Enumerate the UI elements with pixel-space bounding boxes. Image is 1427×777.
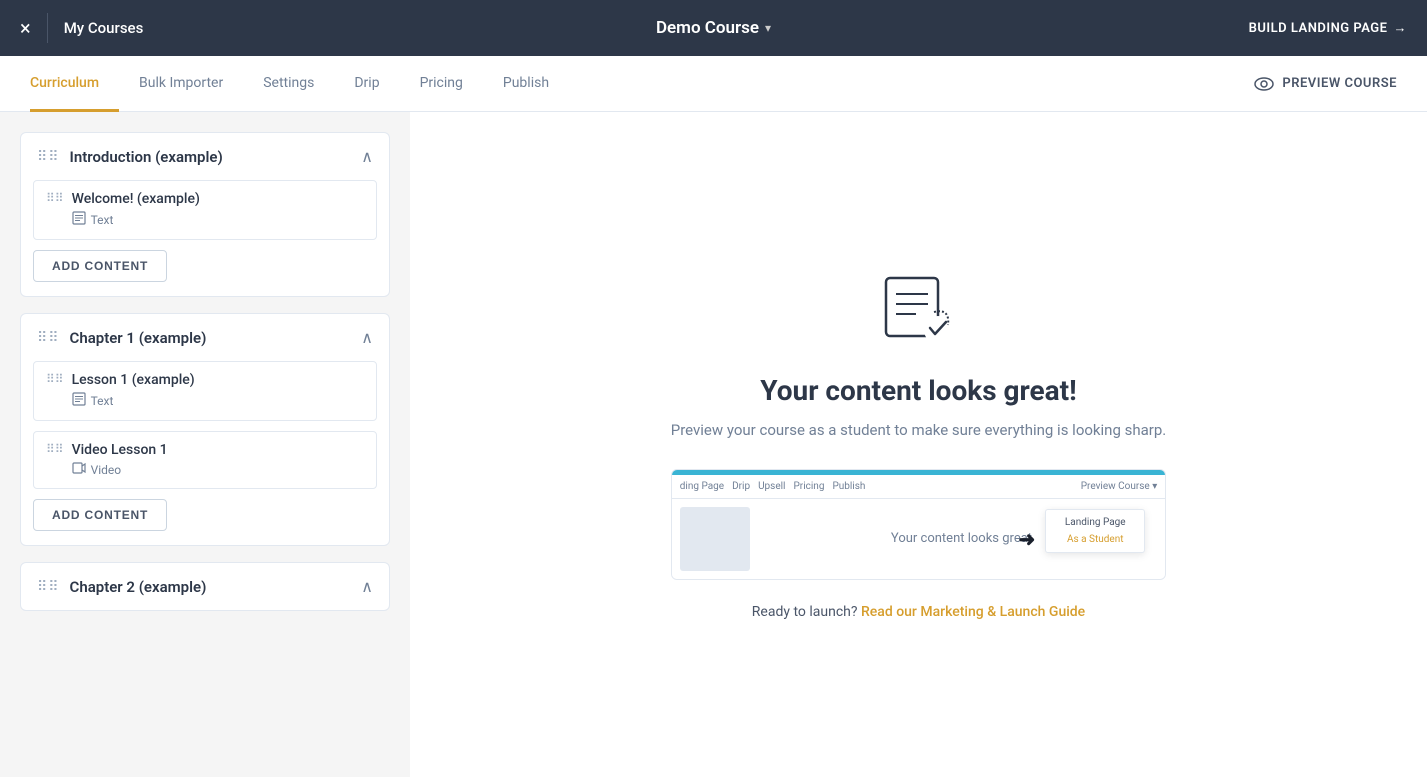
lesson-name: Welcome! (example) bbox=[72, 191, 200, 207]
lesson-type-label: Text bbox=[91, 394, 114, 408]
tab-bulk-importer[interactable]: Bulk Importer bbox=[119, 57, 243, 112]
drag-handle-icon[interactable]: ⠿⠿ bbox=[37, 330, 60, 346]
screenshot-tab: ding Page bbox=[680, 481, 724, 492]
main-layout: ⠿⠿ Introduction (example) ∧ ⠿⠿ Welcome! … bbox=[0, 112, 1427, 777]
lesson-drag-icon[interactable]: ⠿⠿ bbox=[46, 442, 64, 456]
tabs-bar: Curriculum Bulk Importer Settings Drip P… bbox=[0, 56, 1427, 112]
eye-icon bbox=[1254, 77, 1274, 91]
collapse-icon[interactable]: ∧ bbox=[361, 147, 373, 166]
drag-handle-icon[interactable]: ⠿⠿ bbox=[37, 149, 60, 165]
content-title: Your content looks great! bbox=[671, 374, 1166, 407]
section-chapter2-header[interactable]: ⠿⠿ Chapter 2 (example) ∧ bbox=[21, 563, 389, 610]
preview-course-label: PREVIEW COURSE bbox=[1282, 76, 1397, 91]
content-subtitle: Preview your course as a student to make… bbox=[671, 421, 1166, 439]
screenshot-body: Your content looks great ➜ Landing Page … bbox=[672, 499, 1165, 579]
lesson-welcome[interactable]: ⠿⠿ Welcome! (example) bbox=[33, 180, 377, 240]
screenshot-tab: Upsell bbox=[758, 481, 785, 492]
text-icon bbox=[72, 211, 86, 229]
section-introduction: ⠿⠿ Introduction (example) ∧ ⠿⠿ Welcome! … bbox=[20, 132, 390, 297]
arrow-right-icon: → bbox=[1394, 20, 1408, 36]
lesson-name: Lesson 1 (example) bbox=[72, 372, 195, 388]
lesson-drag-icon[interactable]: ⠿⠿ bbox=[46, 191, 64, 205]
screenshot-tab: Publish bbox=[832, 481, 865, 492]
screenshot-tabs: ding Page Drip Upsell Pricing Publish Pr… bbox=[672, 475, 1165, 499]
preview-screenshot: ding Page Drip Upsell Pricing Publish Pr… bbox=[671, 469, 1166, 580]
course-title: Demo Course bbox=[656, 18, 759, 38]
content-looks-great-panel: Your content looks great! Preview your c… bbox=[651, 230, 1186, 660]
add-content-button-chapter1[interactable]: ADD CONTENT bbox=[33, 499, 167, 531]
collapse-icon[interactable]: ∧ bbox=[361, 577, 373, 596]
text-icon bbox=[72, 392, 86, 410]
tabs-list: Curriculum Bulk Importer Settings Drip P… bbox=[30, 56, 569, 111]
screenshot-sidebar-thumbnail bbox=[680, 507, 750, 571]
section-chapter1: ⠿⠿ Chapter 1 (example) ∧ ⠿⠿ Lesson 1 (ex… bbox=[20, 313, 390, 546]
lesson-type: Text bbox=[72, 211, 200, 229]
lesson-drag-icon[interactable]: ⠿⠿ bbox=[46, 372, 64, 386]
course-dropdown-icon[interactable]: ▾ bbox=[765, 21, 771, 35]
screenshot-dropdown: Landing Page As a Student bbox=[1045, 509, 1145, 553]
screenshot-tab: Pricing bbox=[794, 481, 825, 492]
lesson-type-label: Text bbox=[91, 213, 114, 227]
build-landing-page-button[interactable]: BUILD LANDING PAGE → bbox=[1249, 20, 1407, 36]
tab-pricing[interactable]: Pricing bbox=[400, 57, 483, 112]
section-title: Chapter 1 (example) bbox=[70, 329, 352, 347]
close-icon[interactable]: × bbox=[20, 16, 31, 40]
main-content-area: Your content looks great! Preview your c… bbox=[410, 112, 1427, 777]
section-introduction-header[interactable]: ⠿⠿ Introduction (example) ∧ bbox=[21, 133, 389, 180]
my-courses-link[interactable]: My Courses bbox=[64, 19, 144, 37]
lesson-type-label: Video bbox=[91, 463, 122, 477]
tab-curriculum[interactable]: Curriculum bbox=[30, 57, 119, 112]
lesson-type: Text bbox=[72, 392, 195, 410]
nav-divider bbox=[47, 13, 48, 43]
lesson-name: Video Lesson 1 bbox=[72, 442, 168, 458]
launch-guide-link[interactable]: Read our Marketing & Launch Guide bbox=[861, 604, 1085, 620]
lesson-lesson1[interactable]: ⠿⠿ Lesson 1 (example) bbox=[33, 361, 377, 421]
section-title: Chapter 2 (example) bbox=[70, 578, 352, 596]
top-navigation: × My Courses Demo Course ▾ BUILD LANDING… bbox=[0, 0, 1427, 56]
screenshot-tab: Drip bbox=[732, 481, 750, 492]
section-title: Introduction (example) bbox=[70, 148, 352, 166]
tab-drip[interactable]: Drip bbox=[334, 57, 399, 112]
add-content-button-intro[interactable]: ADD CONTENT bbox=[33, 250, 167, 282]
video-icon bbox=[72, 462, 86, 478]
ready-to-launch-label: Ready to launch? bbox=[752, 604, 858, 620]
screenshot-dropdown-landing: Landing Page bbox=[1046, 514, 1144, 531]
tab-settings[interactable]: Settings bbox=[243, 57, 334, 112]
lesson-type: Video bbox=[72, 462, 168, 478]
content-icon bbox=[878, 270, 958, 350]
tab-publish[interactable]: Publish bbox=[483, 57, 569, 112]
screenshot-preview-btn: Preview Course ▾ bbox=[1081, 481, 1158, 492]
section-chapter2: ⠿⠿ Chapter 2 (example) ∧ bbox=[20, 562, 390, 611]
screenshot-dropdown-student: As a Student bbox=[1046, 531, 1144, 548]
launch-text: Ready to launch? Read our Marketing & La… bbox=[671, 604, 1166, 620]
preview-course-button[interactable]: PREVIEW COURSE bbox=[1254, 76, 1397, 91]
section-chapter1-header[interactable]: ⠿⠿ Chapter 1 (example) ∧ bbox=[21, 314, 389, 361]
lesson-video1[interactable]: ⠿⠿ Video Lesson 1 Video bbox=[33, 431, 377, 489]
build-landing-label: BUILD LANDING PAGE bbox=[1249, 21, 1388, 36]
sidebar: ⠿⠿ Introduction (example) ∧ ⠿⠿ Welcome! … bbox=[0, 112, 410, 777]
collapse-icon[interactable]: ∧ bbox=[361, 328, 373, 347]
drag-handle-icon[interactable]: ⠿⠿ bbox=[37, 579, 60, 595]
screenshot-arrow-icon: ➜ bbox=[1018, 527, 1035, 551]
